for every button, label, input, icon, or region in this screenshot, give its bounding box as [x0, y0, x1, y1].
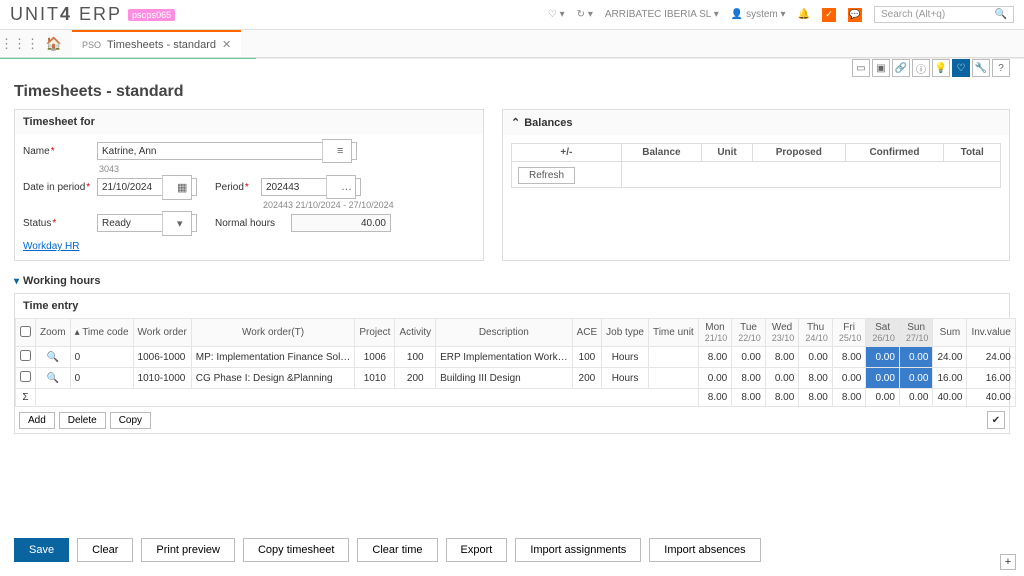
- global-search[interactable]: Search (Alt+q)🔍: [874, 6, 1014, 23]
- period-label: Period: [215, 182, 255, 193]
- period-more-icon[interactable]: …: [326, 175, 356, 199]
- clear-button[interactable]: Clear: [77, 538, 133, 562]
- balances-header[interactable]: ⌃ Balances: [503, 110, 1009, 135]
- working-hours-header[interactable]: ▾ Working hours: [14, 275, 1010, 287]
- time-entry-panel: Time entry Zoom ▴ Time code Work order W…: [14, 293, 1010, 434]
- tool-fav-icon[interactable]: ♡: [952, 59, 970, 77]
- history-icon[interactable]: ↻ ▾: [577, 9, 593, 20]
- user-menu[interactable]: 👤 system ▾: [731, 9, 786, 20]
- import-absences-button[interactable]: Import absences: [649, 538, 760, 562]
- workday-hr-link[interactable]: Workday HR: [23, 241, 80, 252]
- chevron-down-icon[interactable]: ▾: [162, 211, 192, 236]
- table-row: 🔍 0 1010-1000 CG Phase I: Design &Planni…: [16, 368, 1016, 389]
- name-code: 3043: [99, 164, 119, 174]
- normal-hours-label: Normal hours: [215, 218, 285, 229]
- row-checkbox[interactable]: [20, 371, 31, 382]
- calendar-icon[interactable]: ▦: [162, 175, 192, 200]
- period-range: 202443 21/10/2024 - 27/10/2024: [263, 200, 394, 210]
- tool-wrench-icon[interactable]: 🔧: [972, 59, 990, 77]
- zoom-icon[interactable]: 🔍: [36, 347, 71, 368]
- panel-header: Timesheet for: [15, 110, 483, 134]
- flag-icon[interactable]: ✓: [822, 8, 836, 22]
- clear-time-button[interactable]: Clear time: [357, 538, 437, 562]
- status-label: Status: [23, 218, 91, 229]
- name-menu-icon[interactable]: ≡: [322, 139, 352, 163]
- top-bar: UNIT4 ERP psops065 ♡ ▾ ↻ ▾ ARRIBATEC IBE…: [0, 0, 1024, 30]
- tab-strip: ⋮⋮⋮ 🏠 PSO Timesheets - standard ✕: [0, 30, 1024, 58]
- select-all-checkbox[interactable]: [20, 326, 31, 337]
- import-assignments-button[interactable]: Import assignments: [515, 538, 641, 562]
- table-row: 🔍 0 1006-1000 MP: Implementation Finance…: [16, 347, 1016, 368]
- delete-row-button[interactable]: Delete: [59, 412, 106, 429]
- time-entry-grid: Zoom ▴ Time code Work order Work order(T…: [15, 318, 1016, 407]
- close-tab-icon[interactable]: ✕: [222, 38, 231, 51]
- tool-card-icon[interactable]: ▣: [872, 59, 890, 77]
- normal-hours-value: 40.00: [291, 214, 391, 232]
- page-toolbar: ▭ ▣ 🔗 ⓘ 💡 ♡ 🔧 ?: [852, 59, 1010, 77]
- add-row-button[interactable]: Add: [19, 412, 55, 429]
- user-nav: ♡ ▾ ↻ ▾ ARRIBATEC IBERIA SL ▾ 👤 system ▾…: [548, 6, 1014, 23]
- copy-row-button[interactable]: Copy: [110, 412, 151, 429]
- print-preview-button[interactable]: Print preview: [141, 538, 235, 562]
- heart-icon[interactable]: ♡ ▾: [548, 9, 565, 20]
- tool-help-icon[interactable]: ?: [992, 59, 1010, 77]
- balances-table: +/- Balance Unit Proposed Confirmed Tota…: [511, 143, 1001, 188]
- name-input[interactable]: Katrine, Ann ≡: [97, 142, 357, 160]
- timesheet-for-panel: Timesheet for Name Katrine, Ann ≡ 3043 D…: [14, 109, 484, 261]
- time-entry-title: Time entry: [15, 294, 1009, 318]
- company-selector[interactable]: ARRIBATEC IBERIA SL ▾: [605, 9, 719, 20]
- expand-icon[interactable]: +: [1000, 554, 1016, 570]
- env-badge: psops065: [128, 9, 175, 21]
- row-checkbox[interactable]: [20, 350, 31, 361]
- date-input[interactable]: 21/10/2024 ▦: [97, 178, 197, 196]
- chat-icon[interactable]: 💬: [848, 8, 862, 22]
- period-input[interactable]: 202443 …: [261, 178, 361, 196]
- refresh-button[interactable]: Refresh: [518, 167, 575, 184]
- totals-row: Σ 8.008.008.00 8.008.00 0.000.00 40.0040…: [16, 389, 1016, 407]
- brand-logo: UNIT4 ERP: [10, 4, 122, 25]
- zoom-icon[interactable]: 🔍: [36, 368, 71, 389]
- status-select[interactable]: Ready ▾: [97, 214, 197, 232]
- tool-bulb-icon[interactable]: 💡: [932, 59, 950, 77]
- balances-panel: ⌃ Balances +/- Balance Unit Proposed Con…: [502, 109, 1010, 261]
- collapse-icon[interactable]: ⌃: [511, 116, 520, 129]
- menu-icon[interactable]: ⋮⋮⋮: [0, 36, 36, 52]
- tool-link-icon[interactable]: 🔗: [892, 59, 910, 77]
- footer-bar: Save Clear Print preview Copy timesheet …: [14, 532, 1010, 568]
- copy-timesheet-button[interactable]: Copy timesheet: [243, 538, 349, 562]
- search-icon: 🔍: [995, 9, 1007, 20]
- tool-columns-icon[interactable]: ▭: [852, 59, 870, 77]
- twisty-icon[interactable]: ▾: [14, 276, 19, 287]
- page-title: Timesheets - standard: [14, 83, 1010, 101]
- export-button[interactable]: Export: [446, 538, 508, 562]
- tool-info-icon[interactable]: ⓘ: [912, 59, 930, 77]
- sigma-icon: Σ: [16, 389, 36, 407]
- date-label: Date in period: [23, 182, 91, 193]
- confirm-icon[interactable]: ✔: [987, 411, 1005, 429]
- tab-timesheets[interactable]: PSO Timesheets - standard ✕: [72, 30, 241, 57]
- home-icon[interactable]: 🏠: [36, 36, 72, 52]
- bell-icon[interactable]: 🔔: [798, 9, 810, 20]
- save-button[interactable]: Save: [14, 538, 69, 562]
- name-label: Name: [23, 146, 91, 157]
